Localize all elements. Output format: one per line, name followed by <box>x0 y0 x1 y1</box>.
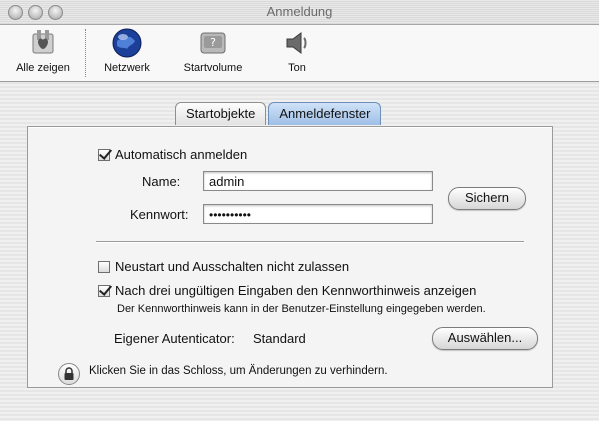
restart-option-checkbox[interactable] <box>98 260 110 273</box>
password-field[interactable]: •••••••••• <box>203 204 433 224</box>
svg-text:?: ? <box>210 36 216 49</box>
toolbar-label: Startvolume <box>183 62 243 74</box>
toolbar-label: Netzwerk <box>104 62 150 74</box>
hint-option-checkbox[interactable] <box>98 284 110 297</box>
hint-note: Der Kennworthinweis kann in der Benutzer… <box>117 303 486 315</box>
name-field[interactable]: admin <box>203 171 433 191</box>
choose-authenticator-button[interactable]: Auswählen... <box>432 327 538 350</box>
restart-option-row[interactable]: Neustart und Ausschalten nicht zulassen <box>98 259 349 274</box>
hint-option-row[interactable]: Nach drei ungültigen Eingaben den Kennwo… <box>98 283 476 298</box>
lock-icon <box>64 367 74 380</box>
tab-startup-items[interactable]: Startobjekte <box>175 102 267 125</box>
password-label: Kennwort: <box>130 207 189 222</box>
tab-bar: Startobjekte Anmeldefenster <box>175 102 383 126</box>
auto-login-checkbox[interactable] <box>98 148 110 161</box>
lock-instruction: Klicken Sie in das Schloss, um Änderunge… <box>89 365 388 377</box>
toolbar-label: Alle zeigen <box>16 62 70 74</box>
toolbar-item-show-all[interactable]: Alle zeigen <box>8 27 78 74</box>
toolbar: Alle zeigen Netzwerk ? Startvolume Ton <box>0 25 599 82</box>
apple-preferences-icon <box>32 30 54 54</box>
authenticator-label: Eigener Autenticator: <box>114 331 235 346</box>
preferences-window: Anmeldung Alle zeigen Netzwerk ? Startvo… <box>0 0 599 421</box>
title-bar[interactable]: Anmeldung <box>0 0 599 25</box>
hint-option-label: Nach drei ungültigen Eingaben den Kennwo… <box>115 283 477 298</box>
save-button[interactable]: Sichern <box>448 187 526 210</box>
name-label: Name: <box>142 174 181 189</box>
toolbar-separator <box>85 29 86 77</box>
toolbar-item-startup-disk[interactable]: ? Startvolume <box>175 27 251 74</box>
hard-drive-icon: ? <box>200 32 226 54</box>
auto-login-row[interactable]: Automatisch anmelden <box>98 147 247 162</box>
speaker-icon <box>286 32 307 54</box>
login-settings-panel: Automatisch anmelden Name: admin Kennwor… <box>27 126 553 388</box>
toolbar-label: Ton <box>288 62 306 74</box>
tab-login-window[interactable]: Anmeldefenster <box>268 102 382 125</box>
authenticator-value: Standard <box>253 331 306 346</box>
lock-button[interactable] <box>58 363 80 385</box>
window-title: Anmeldung <box>266 4 333 19</box>
divider <box>96 241 524 243</box>
toolbar-item-sound[interactable]: Ton <box>276 27 318 74</box>
auto-login-label: Automatisch anmelden <box>115 147 248 162</box>
globe-icon <box>112 28 142 58</box>
toolbar-item-network[interactable]: Netzwerk <box>96 27 158 74</box>
restart-option-label: Neustart und Ausschalten nicht zulassen <box>115 259 350 274</box>
